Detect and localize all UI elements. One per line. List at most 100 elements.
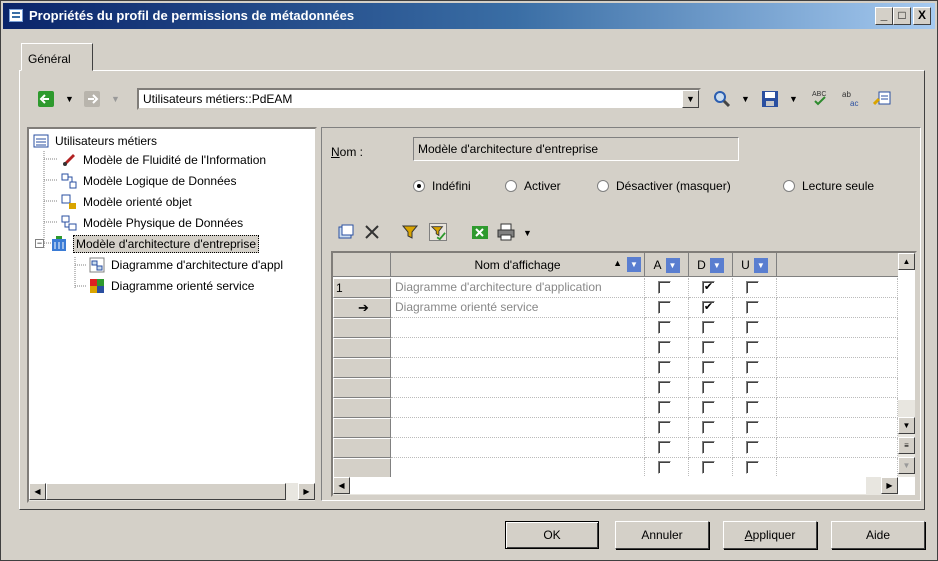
grid-cell-display-name[interactable]	[391, 378, 645, 398]
cancel-button[interactable]: Annuler	[615, 521, 709, 549]
permission-checkbox-a[interactable]	[658, 301, 671, 314]
apply-button[interactable]: Appliquer	[723, 521, 817, 549]
permission-checkbox-a[interactable]	[658, 361, 671, 374]
permission-checkbox-d[interactable]	[702, 341, 715, 354]
column-filter-icon[interactable]: ▼	[665, 258, 680, 274]
row-header[interactable]	[333, 458, 391, 478]
permission-checkbox-u[interactable]	[746, 401, 759, 414]
scroll-end-icon[interactable]: ▼	[898, 457, 915, 474]
permission-checkbox-d[interactable]	[702, 381, 715, 394]
minimize-button[interactable]: _	[875, 7, 893, 25]
forward-icon[interactable]	[83, 90, 101, 108]
permission-checkbox-u[interactable]	[746, 461, 759, 474]
collapse-icon[interactable]: −	[35, 239, 44, 248]
column-header-u[interactable]: U ▼	[733, 253, 777, 277]
filter-settings-icon[interactable]	[429, 223, 447, 241]
row-header[interactable]	[333, 438, 391, 458]
grid-cell-display-name[interactable]	[391, 318, 645, 338]
permission-checkbox-a[interactable]	[658, 401, 671, 414]
tree-horizontal-scrollbar[interactable]: ◀ ▶	[29, 483, 315, 501]
scroll-left-icon[interactable]: ◀	[333, 477, 350, 494]
permission-checkbox-d[interactable]	[702, 361, 715, 374]
scroll-up-icon[interactable]: ▲	[898, 253, 915, 270]
model-tree[interactable]: Utilisateurs métiers Modèle de Fluidité …	[27, 127, 317, 503]
chevron-down-icon[interactable]: ▼	[682, 90, 699, 108]
permission-checkbox-a[interactable]	[658, 421, 671, 434]
properties-edit-icon[interactable]	[873, 89, 891, 107]
permission-checkbox-d[interactable]	[702, 321, 715, 334]
column-header-d[interactable]: D ▼	[689, 253, 733, 277]
permission-checkbox-u[interactable]	[746, 301, 759, 314]
column-filter-icon[interactable]: ▼	[627, 257, 641, 272]
permission-checkbox-d[interactable]	[702, 441, 715, 454]
scroll-page-icon[interactable]: ≡	[898, 437, 915, 454]
ok-button[interactable]: OK	[505, 521, 599, 549]
print-icon[interactable]	[497, 223, 515, 241]
save-icon[interactable]	[761, 90, 779, 108]
location-combo[interactable]: Utilisateurs métiers::PdEAM ▼	[137, 88, 701, 110]
scroll-thumb[interactable]	[46, 483, 286, 500]
permission-checkbox-a[interactable]	[658, 381, 671, 394]
grid-cell-display-name[interactable]	[391, 338, 645, 358]
permission-checkbox-u[interactable]	[746, 321, 759, 334]
grid-cell-display-name[interactable]	[391, 438, 645, 458]
permissions-grid[interactable]: Nom d'affichage ▲ ▼ A ▼ D ▼ U ▼ 1 Diagramme …	[331, 251, 917, 497]
search-icon[interactable]	[713, 90, 731, 108]
scroll-left-icon[interactable]: ◀	[29, 483, 46, 500]
row-header[interactable]	[333, 358, 391, 378]
scroll-right-icon[interactable]: ▶	[881, 477, 898, 494]
grid-cell-display-name[interactable]: Diagramme orienté service	[391, 298, 645, 318]
column-header-display-name[interactable]: Nom d'affichage ▲ ▼	[391, 253, 645, 277]
permission-checkbox-u[interactable]	[746, 421, 759, 434]
tab-general[interactable]: Général	[21, 43, 93, 71]
grid-cell-display-name[interactable]	[391, 358, 645, 378]
back-dropdown-icon[interactable]: ▼	[65, 94, 74, 104]
back-icon[interactable]	[37, 90, 55, 108]
column-header-a[interactable]: A ▼	[645, 253, 689, 277]
scroll-right-icon[interactable]: ▶	[298, 483, 315, 500]
properties-icon[interactable]	[337, 223, 355, 241]
grid-vertical-scrollbar[interactable]: ▲ ▼ ≡ ▼	[898, 253, 915, 477]
forward-dropdown-icon[interactable]: ▼	[111, 94, 120, 104]
row-header[interactable]: ➔	[333, 298, 391, 318]
row-header[interactable]	[333, 318, 391, 338]
row-header[interactable]	[333, 338, 391, 358]
permission-checkbox-d[interactable]: ✔	[702, 301, 715, 314]
title-bar[interactable]: Propriétés du profil de permissions de m…	[3, 3, 935, 29]
delete-icon[interactable]	[363, 223, 381, 241]
grid-cell-display-name[interactable]	[391, 398, 645, 418]
maximize-button[interactable]: □	[893, 7, 911, 25]
permission-checkbox-a[interactable]	[658, 321, 671, 334]
permission-checkbox-a[interactable]	[658, 441, 671, 454]
permission-checkbox-a[interactable]	[658, 341, 671, 354]
row-header[interactable]: 1	[333, 278, 391, 298]
row-header[interactable]	[333, 418, 391, 438]
permission-checkbox-d[interactable]	[702, 421, 715, 434]
permission-checkbox-a[interactable]	[658, 281, 671, 294]
column-filter-icon[interactable]: ▼	[709, 258, 724, 274]
permission-checkbox-u[interactable]	[746, 281, 759, 294]
scroll-down-icon[interactable]: ▼	[898, 417, 915, 434]
permission-checkbox-d[interactable]	[702, 461, 715, 474]
column-filter-icon[interactable]: ▼	[753, 258, 768, 274]
row-header[interactable]	[333, 378, 391, 398]
save-dropdown-icon[interactable]: ▼	[789, 94, 798, 104]
grid-cell-display-name[interactable]	[391, 458, 645, 478]
permission-checkbox-u[interactable]	[746, 361, 759, 374]
help-button[interactable]: Aide	[831, 521, 925, 549]
permission-checkbox-u[interactable]	[746, 441, 759, 454]
permission-checkbox-a[interactable]	[658, 461, 671, 474]
permission-checkbox-d[interactable]	[702, 401, 715, 414]
print-dropdown-icon[interactable]: ▼	[523, 228, 532, 238]
permission-checkbox-u[interactable]	[746, 381, 759, 394]
filter-icon[interactable]	[401, 223, 419, 241]
name-field[interactable]: Modèle d'architecture d'entreprise	[413, 137, 739, 161]
search-dropdown-icon[interactable]: ▼	[741, 94, 750, 104]
excel-export-icon[interactable]	[471, 223, 489, 241]
grid-cell-display-name[interactable]: Diagramme d'architecture d'application	[391, 278, 645, 298]
close-button[interactable]: X	[913, 7, 931, 25]
permission-checkbox-d[interactable]: ✔	[702, 281, 715, 294]
spellcheck-icon[interactable]: ABC	[811, 89, 829, 107]
permission-checkbox-u[interactable]	[746, 341, 759, 354]
row-header[interactable]	[333, 398, 391, 418]
